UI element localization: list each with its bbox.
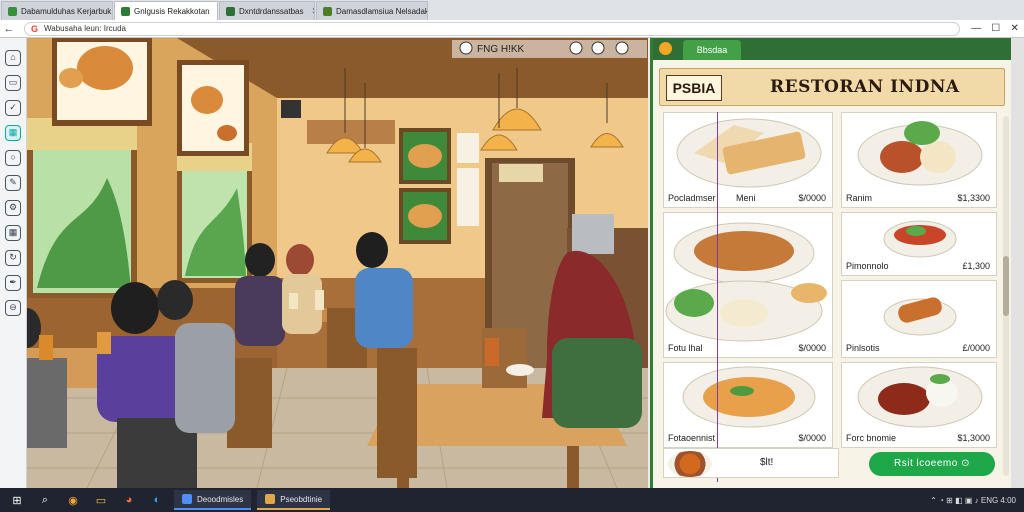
edge-icon[interactable]: ◐ [146, 489, 168, 511]
tab-label: Damasdlamsiua Nelsadak [336, 6, 428, 16]
app-icon [182, 494, 192, 504]
dish-image [665, 222, 827, 342]
google-icon: G [31, 23, 39, 34]
tab-favicon [226, 6, 235, 16]
minimize-button[interactable]: — [971, 23, 981, 34]
settings-icon[interactable]: ⚙ [5, 200, 21, 216]
tray-text: ⌃ ◔ ⊞ ◧ ▣ ♪ ENG 4:00 [930, 495, 1016, 505]
menu-item-name: Pimonnolo [846, 261, 889, 271]
menu-item-card[interactable]: Pocladmser Meni $/0000 [663, 112, 833, 208]
taskbar-app[interactable]: Deoodmisles [174, 490, 252, 510]
menu-item-name: Pocladmser [668, 193, 716, 203]
dish-image [676, 118, 822, 188]
dish-image [682, 366, 816, 428]
browser-icon[interactable]: ◉ [62, 489, 84, 511]
restaurant-illustration: FNG H!KK [27, 38, 648, 488]
taskbar-app[interactable]: Pseobdtinie [257, 490, 331, 510]
browser-tab[interactable]: Dabamulduhas Kerjarbuk bu ✕ [1, 1, 113, 20]
panel-scrollbar[interactable] [1003, 116, 1009, 476]
tab-label: Dxntdrdanssatbas [239, 6, 304, 16]
tab-favicon [323, 6, 332, 16]
system-tray: ⌃ ◔ ⊞ ◧ ▣ ♪ ENG 4:00 [930, 496, 1024, 505]
taskbar-app-label: Pseobdtinie [280, 494, 323, 504]
tab-close-icon[interactable]: ✕ [311, 6, 314, 17]
menu-item-label: Meni [736, 193, 756, 203]
order-button[interactable]: Rsit lcoeemo ⊙ [869, 452, 995, 476]
menu-item-card[interactable]: Fotu lhal $/0000 [663, 212, 833, 358]
pen-icon[interactable]: ✒ [5, 275, 21, 291]
desktop-screen: Dabamulduhas Kerjarbuk bu ✕ Gnlgusis Rek… [0, 0, 1024, 512]
menu-item-name: Fotaoennist [668, 433, 716, 443]
monitor-icon[interactable]: ▭ [5, 75, 21, 91]
dish-thumbnail [668, 451, 712, 477]
panel-scroll-thumb[interactable] [1003, 256, 1009, 316]
url-text: Wabusaha leun: Ircuda [44, 24, 126, 33]
menu-panel: Bbsdaa PSBIA RESTORAN INDNA Pocladmser M… [650, 38, 1014, 488]
dish-image [883, 297, 957, 336]
dish-image [857, 121, 983, 186]
panel-tab[interactable]: Bbsdaa [683, 40, 741, 60]
orange-dot-icon [659, 42, 672, 55]
menu-item-card[interactable]: Pimonnolo £1,300 [841, 212, 997, 276]
dish-image [883, 220, 957, 258]
menu-item-price: $/0000 [798, 433, 826, 443]
menu-item-price: $/0000 [798, 343, 826, 353]
close-button[interactable]: ✕ [1010, 23, 1018, 34]
tool-icon[interactable]: ✎ [5, 175, 21, 191]
app-icon [265, 494, 276, 504]
selection-guide-line [717, 112, 718, 482]
taskbar-app-label: Deoodmisles [197, 494, 244, 504]
window-controls: — ☐ ✕ [966, 23, 1024, 34]
menu-item-price: £/0000 [962, 343, 990, 353]
info-icon[interactable]: ⊖ [5, 300, 21, 316]
arrow-left-icon[interactable]: ← [0, 23, 18, 35]
menu-item-card[interactable]: Fotaoennist $/0000 [663, 362, 833, 448]
url-field[interactable]: G Wabusaha leun: Ircuda [24, 21, 960, 36]
chat-icon[interactable]: ○ [5, 150, 21, 166]
scene-toolbar-text: FNG H!KK [477, 44, 525, 55]
refresh-icon[interactable]: ↻ [5, 250, 21, 266]
browser-tab-bar: Dabamulduhas Kerjarbuk bu ✕ Gnlgusis Rek… [0, 0, 1024, 20]
maximize-button[interactable]: ☐ [991, 23, 1000, 34]
windows-start-icon[interactable]: ⊞ [6, 489, 28, 511]
menu-item-name: Fotu lhal [668, 343, 703, 353]
tab-favicon [8, 6, 17, 16]
menu-code-badge: PSBIA [666, 75, 722, 101]
tab-favicon [121, 6, 130, 16]
menu-title: RESTORAN INDNA [770, 77, 960, 97]
menu-item-price: $/0000 [798, 193, 826, 203]
address-bar: ← G Wabusaha leun: Ircuda — ☐ ✕ [0, 20, 1024, 38]
search-icon[interactable]: ⌕ [34, 489, 56, 511]
browser-tab-active[interactable]: Gnlgusis Rekakkotan ✕ [114, 1, 218, 20]
menu-item-card[interactable]: Forc bnomie $1,3000 [841, 362, 997, 448]
check-icon[interactable]: ✓ [5, 100, 21, 116]
dish-image [857, 366, 983, 428]
menu-item-name: Pinlsotis [846, 343, 880, 353]
app-icon[interactable]: ▦ [5, 125, 21, 141]
browser-tab[interactable]: Damasdlamsiua Nelsadak ✕ [316, 1, 428, 20]
bottom-item-card[interactable]: $lt! [663, 448, 839, 478]
menu-item-card[interactable]: Ranim $1,3300 [841, 112, 997, 208]
menu-item-price: £1,300 [962, 261, 990, 271]
right-edge-strip [1011, 38, 1024, 488]
menu-item-card[interactable]: Pinlsotis £/0000 [841, 280, 997, 358]
menu-item-price: $1,3300 [957, 193, 990, 203]
firefox-icon[interactable]: ◕ [118, 489, 140, 511]
tab-label: Dabamulduhas Kerjarbuk bu [21, 6, 113, 16]
menu-header: PSBIA RESTORAN INDNA [659, 68, 1005, 106]
folder-icon[interactable]: ▭ [90, 489, 112, 511]
restaurant-scene-image: FNG H!KK [27, 38, 648, 488]
menu-item-price: $1,3000 [957, 433, 990, 443]
menu-item-name: Forc bnomie [846, 433, 897, 443]
grid-icon[interactable]: ▦ [5, 225, 21, 241]
tab-label: Gnlgusis Rekakkotan [134, 6, 210, 16]
menu-item-name: Ranim [846, 193, 873, 203]
menu-grid: Pocladmser Meni $/0000 Fotu lhal $/0000 [663, 112, 1001, 480]
left-sidebar: ⌂ ▭ ✓ ▦ ○ ✎ ⚙ ▦ ↻ ✒ ⊖ [0, 38, 27, 488]
browser-tab[interactable]: Dxntdrdanssatbas ✕ [219, 1, 315, 20]
taskbar: ⊞ ⌕ ◉ ▭ ◕ ◐ Deoodmisles Pseobdtinie ⌃ ◔ … [0, 488, 1024, 512]
bottom-item-label: $lt! [760, 457, 774, 468]
home-icon[interactable]: ⌂ [5, 50, 21, 66]
